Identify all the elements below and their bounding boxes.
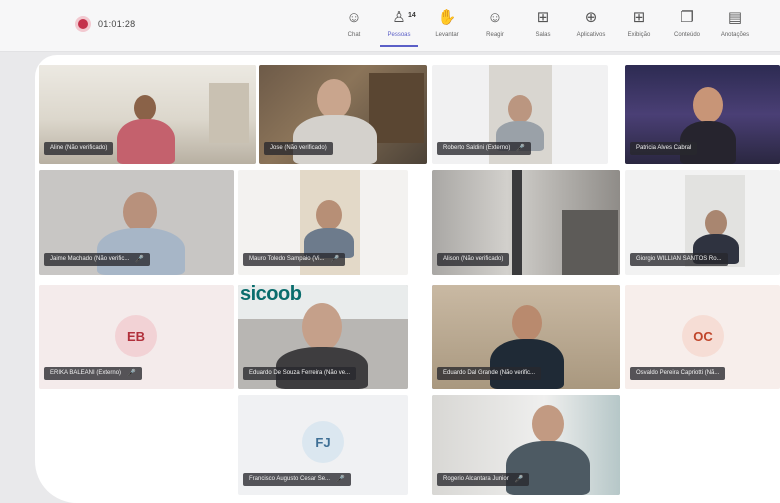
participant-name: Aline (Não verificado) — [50, 145, 108, 151]
video-gallery: Aline (Não verificado) Jose (Não verific… — [35, 55, 780, 503]
participant-tile[interactable]: Rogerio Alcantara Junior 🎤 — [432, 395, 620, 495]
wall-sign-text: sicoob — [240, 285, 302, 305]
rooms-toolbar-label: Salas — [535, 32, 551, 38]
participant-name: Jaime Machado (Não verific... — [50, 256, 130, 262]
participant-avatar: FJ — [302, 421, 344, 463]
participant-tile[interactable]: FJ Francisco Augusto Cesar Se... 🎤 — [238, 395, 408, 495]
view-toolbar-button[interactable]: ⊞ Exibição — [620, 9, 658, 45]
apps-toolbar-button[interactable]: ⊕ Aplicativos — [572, 9, 610, 45]
participant-name-tag: Eduardo Dal Grande (Não verific... — [437, 367, 542, 380]
participant-name-tag: Mauro Toledo Sampaio (Vi... 🎤 — [243, 253, 346, 266]
participant-name-tag: Giorgio WILLIAN SANTOS Ro... — [630, 253, 728, 266]
participant-name-tag: Patricia Alves Cabral — [630, 142, 698, 155]
participant-name: Francisco Augusto Cesar Se... — [249, 476, 331, 482]
meeting-timer: 01:01:28 — [98, 19, 136, 29]
participant-tile[interactable]: Giorgio WILLIAN SANTOS Ro... — [625, 170, 780, 275]
content-icon: ❐ — [680, 9, 694, 26]
chat-toolbar-button[interactable]: ☺ Chat — [335, 9, 373, 45]
participant-name: Alison (Não verificado) — [443, 256, 504, 262]
participant-name-tag: Aline (Não verificado) — [44, 142, 114, 155]
participant-name-tag: Osvaldo Pereira Capriotti (Nã... — [630, 367, 726, 380]
raise-toolbar-button[interactable]: ✋ Levantar — [428, 9, 466, 45]
participant-name: Roberto Saldini (Externo) — [443, 145, 511, 151]
participant-name-tag: Eduardo De Souza Ferreira (Não ve... — [243, 367, 357, 380]
participant-name-tag: Rogerio Alcantara Junior 🎤 — [437, 473, 530, 486]
rooms-toolbar-button[interactable]: ⊞ Salas — [524, 9, 562, 45]
participant-name-tag: Francisco Augusto Cesar Se... 🎤 — [243, 473, 351, 486]
participant-tile[interactable]: EB ERIKA BALEANI (Externo) 🎤 — [39, 285, 234, 389]
participant-tile[interactable]: Jaime Machado (Não verific... 🎤 — [39, 170, 234, 275]
notes-toolbar-button[interactable]: ▤ Anotações — [716, 9, 754, 45]
people-toolbar-label: Pessoas — [387, 32, 411, 38]
participant-tile[interactable]: Patricia Alves Cabral — [625, 65, 780, 164]
participant-tile[interactable]: Jose (Não verificado) — [259, 65, 427, 164]
recording-indicator: 01:01:28 — [78, 19, 135, 29]
raise-hand-icon: ✋ — [437, 9, 457, 26]
view-icon: ⊞ — [632, 9, 646, 26]
participant-name: Osvaldo Pereira Capriotti (Nã... — [636, 370, 720, 376]
participant-name: Eduardo Dal Grande (Não verific... — [443, 370, 536, 376]
react-icon: ☺ — [487, 9, 503, 26]
more-toolbar-button[interactable]: ❐ Conteúdo — [668, 9, 706, 45]
meeting-toolbar: 01:01:28 ☺ Chat ♙ 14 Pessoas ✋ Levantar ☺ Reagir… — [0, 0, 780, 52]
participant-avatar: EB — [115, 315, 157, 357]
apps-icon: ⊕ — [584, 9, 598, 26]
participant-count-badge: 14 — [408, 12, 416, 19]
mic-off-icon: 🎤 — [516, 145, 526, 152]
participant-name-tag: Roberto Saldini (Externo) 🎤 — [437, 142, 532, 155]
participant-tile[interactable]: sicoob Eduardo De Souza Ferreira (Não ve… — [238, 285, 408, 389]
rooms-icon: ⊞ — [536, 9, 550, 26]
participant-name: Giorgio WILLIAN SANTOS Ro... — [636, 256, 722, 262]
participant-name: Eduardo De Souza Ferreira (Não ve... — [249, 370, 351, 376]
participant-tile[interactable]: Mauro Toledo Sampaio (Vi... 🎤 — [238, 170, 408, 275]
react-toolbar-button[interactable]: ☺ Reagir — [476, 9, 514, 45]
more-toolbar-label: Conteúdo — [673, 32, 701, 38]
mic-off-icon: 🎤 — [514, 476, 524, 483]
participant-name: Rogerio Alcantara Junior — [443, 476, 509, 482]
participant-name-tag: ERIKA BALEANI (Externo) 🎤 — [44, 367, 142, 380]
participant-tile[interactable]: OC Osvaldo Pereira Capriotti (Nã... — [625, 285, 780, 389]
apps-toolbar-label: Aplicativos — [576, 32, 606, 38]
participant-name: ERIKA BALEANI (Externo) — [50, 370, 122, 376]
raise-toolbar-label: Levantar — [435, 32, 459, 38]
participant-name-tag: Jaime Machado (Não verific... 🎤 — [44, 253, 151, 266]
mic-off-icon: 🎤 — [127, 370, 136, 377]
chat-icon: ☺ — [346, 9, 362, 26]
participant-name: Jose (Não verificado) — [270, 145, 327, 151]
participant-tile[interactable]: Alison (Não verificado) — [432, 170, 620, 275]
participant-tile[interactable]: Roberto Saldini (Externo) 🎤 — [432, 65, 608, 164]
mic-off-icon: 🎤 — [330, 256, 340, 263]
participant-tile-speaking[interactable]: Eduardo Dal Grande (Não verific... — [432, 285, 620, 389]
people-toolbar-button[interactable]: ♙ 14 Pessoas — [380, 9, 418, 47]
view-toolbar-label: Exibição — [627, 32, 651, 38]
mic-off-icon: 🎤 — [135, 256, 145, 263]
participant-name-tag: Alison (Não verificado) — [437, 253, 510, 266]
people-icon: ♙ — [392, 9, 406, 26]
participant-avatar: OC — [682, 315, 724, 357]
chat-toolbar-label: Chat — [347, 32, 361, 38]
participant-name-tag: Jose (Não verificado) — [264, 142, 333, 155]
react-toolbar-label: Reagir — [486, 32, 504, 38]
participant-name: Mauro Toledo Sampaio (Vi... — [249, 256, 325, 262]
participant-name: Patricia Alves Cabral — [636, 145, 692, 151]
mic-off-icon: 🎤 — [336, 476, 345, 483]
participant-tile[interactable]: Aline (Não verificado) — [39, 65, 256, 164]
notes-icon: ▤ — [727, 9, 743, 26]
recording-dot-icon — [78, 19, 88, 29]
notes-toolbar-label: Anotações — [720, 32, 750, 38]
